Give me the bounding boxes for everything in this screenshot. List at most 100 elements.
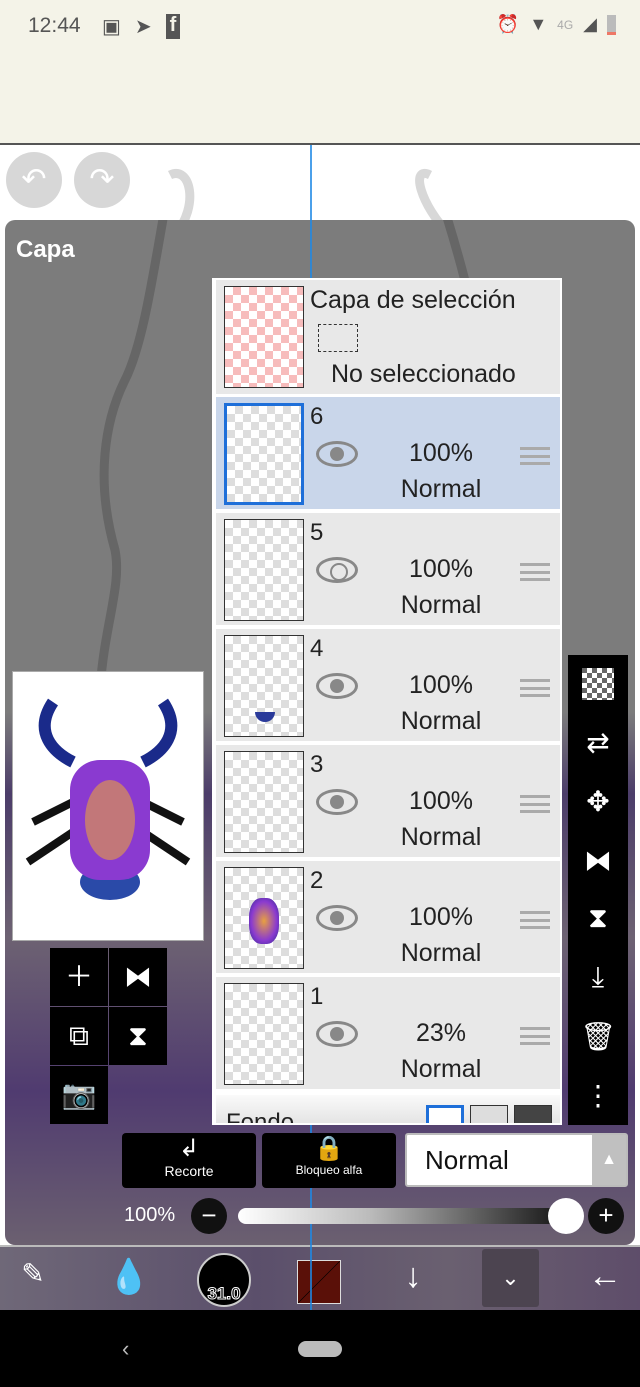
layer-number: 1 xyxy=(310,983,324,1010)
transfer-layer-icon[interactable]: ⇄ xyxy=(586,726,609,759)
drag-handle-icon[interactable] xyxy=(520,911,550,929)
nav-back-icon[interactable]: ‹ xyxy=(122,1336,129,1362)
layer-opacity: 100% xyxy=(409,903,473,931)
gallery-icon: ▣ xyxy=(102,16,121,38)
flip-horizontal-icon[interactable]: ⧓ xyxy=(584,844,612,877)
fill-drop-icon[interactable]: 💧 xyxy=(104,1257,154,1297)
background-white-option[interactable] xyxy=(426,1105,464,1123)
color-swatch[interactable] xyxy=(297,1260,341,1304)
drag-handle-icon[interactable] xyxy=(520,679,550,697)
camera-button[interactable]: 📷 xyxy=(50,1066,108,1124)
layer-thumbnail xyxy=(224,635,304,737)
clipping-label: Recorte xyxy=(164,1163,214,1179)
layer-row-5[interactable]: 5 100% Normal xyxy=(216,513,560,627)
layer-number: 3 xyxy=(310,751,324,778)
layer-blend-mode: Normal xyxy=(400,823,482,851)
android-nav-bar: ‹ xyxy=(0,1310,640,1387)
layer-opacity: 100% xyxy=(409,671,473,699)
drag-handle-icon[interactable] xyxy=(520,795,550,813)
blend-mode-select[interactable]: Normal ▲ xyxy=(405,1133,628,1187)
clipping-button[interactable]: ↲ Recorte xyxy=(122,1133,256,1188)
redo-button[interactable]: ↷ xyxy=(74,152,130,208)
layer-blend-mode: Normal xyxy=(400,1055,482,1083)
opacity-slider[interactable] xyxy=(238,1208,568,1224)
layer-number: 6 xyxy=(310,403,324,430)
layer-row-3[interactable]: 3 100% Normal xyxy=(216,745,560,859)
background-layer-label: Fondo xyxy=(226,1109,295,1125)
merge-down-icon[interactable]: ⤓ xyxy=(592,961,604,994)
collapse-button[interactable]: ⌄ xyxy=(482,1249,539,1307)
checkerboard-icon[interactable] xyxy=(582,667,614,700)
brush-size-button[interactable]: 31.0 xyxy=(197,1253,251,1307)
more-icon[interactable]: ⋮ xyxy=(584,1079,612,1112)
drag-handle-icon[interactable] xyxy=(520,1027,550,1045)
duplicate-layer-button[interactable]: ⧉ xyxy=(50,1007,108,1065)
alpha-lock-button[interactable]: 🔒 Bloqueo alfa xyxy=(262,1133,396,1188)
panel-title: Capa xyxy=(16,236,75,263)
layer-blend-mode: Normal xyxy=(400,707,482,735)
eye-icon[interactable] xyxy=(316,441,358,467)
trash-icon[interactable]: 🗑 xyxy=(580,1020,616,1053)
opacity-slider-knob[interactable] xyxy=(548,1198,584,1234)
flip-vertical-button[interactable]: ⧗ xyxy=(109,1007,167,1065)
eye-icon[interactable] xyxy=(316,905,358,931)
move-icon[interactable]: ✥ xyxy=(586,785,609,818)
facebook-icon: f xyxy=(165,14,181,39)
opacity-increase-button[interactable]: + xyxy=(588,1198,624,1234)
dropdown-arrow-icon[interactable]: ▲ xyxy=(592,1135,626,1185)
layer-number: 2 xyxy=(310,867,324,894)
blend-mode-value: Normal xyxy=(425,1145,509,1175)
opacity-value: 100% xyxy=(124,1204,176,1226)
left-toolbar: ＋ ⧓ ⧉ ⧗ 📷 xyxy=(50,948,167,1125)
telegram-icon: ➤ xyxy=(134,16,152,38)
selection-status: No seleccionado xyxy=(331,360,516,388)
background-dark-option[interactable] xyxy=(514,1105,552,1123)
eye-icon[interactable] xyxy=(316,1021,358,1047)
add-layer-button[interactable]: ＋ xyxy=(50,948,108,1006)
layer-thumbnail xyxy=(224,751,304,853)
battery-icon xyxy=(607,14,616,35)
layer-number: 4 xyxy=(310,635,324,662)
selection-layer[interactable]: Capa de selección No seleccionado xyxy=(216,280,560,396)
flip-vertical-icon[interactable]: ⧗ xyxy=(588,902,608,935)
brush-eraser-toggle-icon[interactable]: ✎ xyxy=(8,1257,58,1290)
background-checker-option[interactable] xyxy=(470,1105,508,1123)
canvas-preview[interactable] xyxy=(12,671,204,941)
eye-icon[interactable] xyxy=(316,789,358,815)
layer-opacity: 100% xyxy=(409,787,473,815)
nav-home-pill[interactable] xyxy=(298,1341,342,1357)
eye-icon[interactable] xyxy=(316,557,358,583)
layer-number: 5 xyxy=(310,519,324,546)
selection-layer-title: Capa de selección xyxy=(310,286,516,314)
layer-thumbnail xyxy=(224,983,304,1085)
layer-list[interactable]: Capa de selección No seleccionado 6 100%… xyxy=(212,278,562,1125)
right-toolbar: ⇄ ✥ ⧓ ⧗ ⤓ 🗑 ⋮ xyxy=(568,655,628,1125)
signal-icon: ◢ xyxy=(583,14,597,34)
back-arrow-icon[interactable]: ← xyxy=(580,1257,630,1296)
wifi-icon: ▼ xyxy=(529,14,548,34)
network-type: 4G xyxy=(557,17,574,32)
alarm-icon: ⏰ xyxy=(496,14,520,34)
layer-blend-mode: Normal xyxy=(400,591,482,619)
opacity-decrease-button[interactable]: − xyxy=(191,1198,227,1234)
layer-row-1[interactable]: 1 23% Normal xyxy=(216,977,560,1091)
clock: 12:44 xyxy=(28,14,81,37)
background-layer-row[interactable]: Fondo xyxy=(216,1095,560,1125)
flip-horizontal-button[interactable]: ⧓ xyxy=(109,948,167,1006)
layer-row-4[interactable]: 4 100% Normal xyxy=(216,629,560,743)
layer-row-6[interactable]: 6 100% Normal xyxy=(216,397,560,511)
layer-opacity: 23% xyxy=(415,1019,467,1047)
status-bar: 12:44 ▣ ➤ f ⏰ ▼ 4G ◢ xyxy=(0,0,640,145)
layer-blend-mode: Normal xyxy=(400,939,482,967)
layer-thumbnail xyxy=(224,519,304,621)
arrow-down-icon[interactable]: ↓ xyxy=(388,1257,438,1296)
layer-thumbnail xyxy=(224,403,304,505)
lock-alpha-icon: 🔒 xyxy=(314,1135,344,1162)
drag-handle-icon[interactable] xyxy=(520,563,550,581)
bottom-toolbar: ✎ 💧 31.0 ↓ ⌄ ← xyxy=(0,1245,640,1310)
selection-marquee-icon xyxy=(318,324,358,352)
layer-row-2[interactable]: 2 100% Normal xyxy=(216,861,560,975)
eye-icon[interactable] xyxy=(316,673,358,699)
undo-button[interactable]: ↶ xyxy=(6,152,62,208)
drag-handle-icon[interactable] xyxy=(520,447,550,465)
